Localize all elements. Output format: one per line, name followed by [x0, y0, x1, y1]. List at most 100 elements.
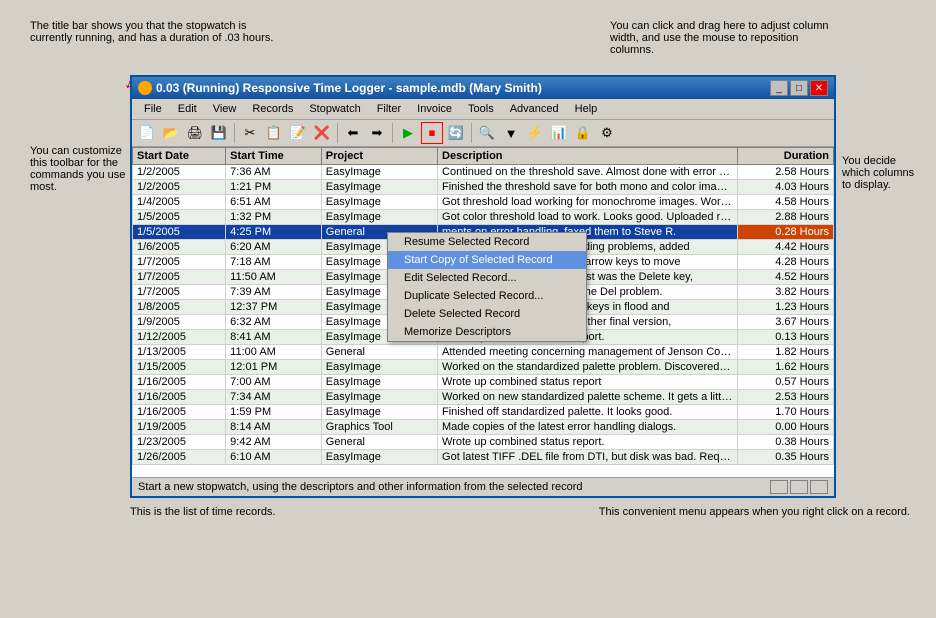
cell-duration: 4.03 Hours — [738, 180, 834, 195]
context-edit[interactable]: Edit Selected Record... — [388, 269, 586, 287]
cell-duration: 0.38 Hours — [738, 435, 834, 450]
context-start-copy[interactable]: Start Copy of Selected Record — [388, 251, 586, 269]
table-row[interactable]: 1/2/20051:21 PMEasyImageFinished the thr… — [133, 180, 834, 195]
cell-description: Continued on the threshold save. Almost … — [438, 165, 738, 180]
table-row[interactable]: 1/4/20056:51 AMEasyImageGot threshold lo… — [133, 195, 834, 210]
maximize-button[interactable]: □ — [790, 80, 808, 96]
cell-description: Got color threshold load to work. Looks … — [438, 210, 738, 225]
cell-time: 6:32 AM — [226, 315, 322, 330]
cell-date: 1/16/2005 — [133, 390, 226, 405]
toolbar-copy[interactable]: 📋 — [263, 122, 285, 144]
toolbar-lightning[interactable]: ⚡ — [524, 122, 546, 144]
toolbar-lock[interactable]: 🔒 — [572, 122, 594, 144]
menu-tools[interactable]: Tools — [460, 101, 502, 117]
toolbar-prev[interactable]: ⬅ — [342, 122, 364, 144]
cell-duration: 0.00 Hours — [738, 420, 834, 435]
toolbar-filter[interactable]: ▼ — [500, 122, 522, 144]
col-header-date[interactable]: Start Date — [133, 148, 226, 165]
status-btn-2[interactable] — [790, 480, 808, 494]
toolbar-cut[interactable]: ✂ — [239, 122, 261, 144]
context-memorize[interactable]: Memorize Descriptors — [388, 323, 586, 341]
cell-description: Got threshold load working for monochrom… — [438, 195, 738, 210]
toolbar-refresh[interactable]: 🔄 — [445, 122, 467, 144]
toolbar-paste[interactable]: 📝 — [287, 122, 309, 144]
cell-time: 7:18 AM — [226, 255, 322, 270]
toolbar-sep-3 — [392, 123, 393, 143]
col-header-time[interactable]: Start Time — [226, 148, 322, 165]
table-row[interactable]: 1/23/20059:42 AMGeneralWrote up combined… — [133, 435, 834, 450]
cell-project: EasyImage — [321, 375, 437, 390]
cell-date: 1/12/2005 — [133, 330, 226, 345]
cell-project: EasyImage — [321, 165, 437, 180]
table-row[interactable]: 1/2/20057:36 AMEasyImageContinued on the… — [133, 165, 834, 180]
menu-advanced[interactable]: Advanced — [502, 101, 567, 117]
toolbar-new[interactable]: 📄 — [136, 122, 158, 144]
minimize-button[interactable]: _ — [770, 80, 788, 96]
records-annotation: This is the list of time records. — [130, 506, 276, 518]
table-row[interactable]: 1/15/200512:01 PMEasyImageWorked on the … — [133, 360, 834, 375]
cell-time: 1:32 PM — [226, 210, 322, 225]
cell-project: EasyImage — [321, 390, 437, 405]
toolbar-report[interactable]: 📊 — [548, 122, 570, 144]
toolbar-stop[interactable]: ⏹ — [421, 122, 443, 144]
toolbar: 📄 📂 🖨 💾 ✂ 📋 📝 ❌ ⬅ ➡ ▶ ⏹ 🔄 🔍 ▼ ⚡ — [132, 120, 834, 147]
cell-description: Wrote up combined status report — [438, 375, 738, 390]
toolbar-open[interactable]: 📂 — [160, 122, 182, 144]
cell-description: Worked on new standardized palette schem… — [438, 390, 738, 405]
table-row[interactable]: 1/13/200511:00 AMGeneralAttended meeting… — [133, 345, 834, 360]
cell-project: Graphics Tool — [321, 420, 437, 435]
cell-duration: 0.57 Hours — [738, 375, 834, 390]
data-grid: Start Date Start Time Project Descriptio… — [132, 147, 834, 477]
cell-date: 1/19/2005 — [133, 420, 226, 435]
cell-duration: 4.58 Hours — [738, 195, 834, 210]
toolbar-print[interactable]: 🖨 — [184, 122, 206, 144]
status-btn-3[interactable] — [810, 480, 828, 494]
table-row[interactable]: 1/19/20058:14 AMGraphics ToolMade copies… — [133, 420, 834, 435]
cell-time: 9:42 AM — [226, 435, 322, 450]
cell-time: 1:59 PM — [226, 405, 322, 420]
cell-duration: 1.62 Hours — [738, 360, 834, 375]
columns-annotation: You decide which columns to display. — [836, 75, 916, 498]
toolbar-delete[interactable]: ❌ — [311, 122, 333, 144]
toolbar-settings[interactable]: ⚙ — [596, 122, 618, 144]
toolbar-sep-4 — [471, 123, 472, 143]
table-row[interactable]: 1/5/20051:32 PMEasyImageGot color thresh… — [133, 210, 834, 225]
cell-time: 7:00 AM — [226, 375, 322, 390]
cell-description: Got latest TIFF .DEL file from DTI, but … — [438, 450, 738, 465]
table-row[interactable]: 1/16/20057:34 AMEasyImageWorked on new s… — [133, 390, 834, 405]
menu-invoice[interactable]: Invoice — [409, 101, 460, 117]
menu-view[interactable]: View — [205, 101, 245, 117]
cell-project: EasyImage — [321, 405, 437, 420]
toolbar-next[interactable]: ➡ — [366, 122, 388, 144]
toolbar-start[interactable]: ▶ — [397, 122, 419, 144]
cell-time: 6:10 AM — [226, 450, 322, 465]
menu-records[interactable]: Records — [244, 101, 301, 117]
status-bar-buttons — [770, 480, 828, 494]
cell-date: 1/5/2005 — [133, 225, 226, 240]
context-menu: Resume Selected Record Start Copy of Sel… — [387, 232, 587, 342]
toolbar-search[interactable]: 🔍 — [476, 122, 498, 144]
menu-stopwatch[interactable]: Stopwatch — [301, 101, 368, 117]
menu-help[interactable]: Help — [567, 101, 606, 117]
context-resume[interactable]: Resume Selected Record — [388, 233, 586, 251]
context-duplicate[interactable]: Duplicate Selected Record... — [388, 287, 586, 305]
toolbar-save[interactable]: 💾 — [208, 122, 230, 144]
col-header-description[interactable]: Description — [438, 148, 738, 165]
table-row[interactable]: 1/16/20051:59 PMEasyImageFinished off st… — [133, 405, 834, 420]
menu-filter[interactable]: Filter — [369, 101, 409, 117]
status-btn-1[interactable] — [770, 480, 788, 494]
cell-project: General — [321, 435, 437, 450]
table-row[interactable]: 1/16/20057:00 AMEasyImageWrote up combin… — [133, 375, 834, 390]
cell-date: 1/13/2005 — [133, 345, 226, 360]
col-header-duration[interactable]: Duration — [738, 148, 834, 165]
menu-edit[interactable]: Edit — [170, 101, 205, 117]
menu-file[interactable]: File — [136, 101, 170, 117]
context-delete[interactable]: Delete Selected Record — [388, 305, 586, 323]
table-row[interactable]: 1/26/20056:10 AMEasyImageGot latest TIFF… — [133, 450, 834, 465]
col-header-project[interactable]: Project — [321, 148, 437, 165]
cell-project: EasyImage — [321, 450, 437, 465]
cell-date: 1/16/2005 — [133, 375, 226, 390]
close-button[interactable]: ✕ — [810, 80, 828, 96]
app-icon — [138, 81, 152, 95]
cell-description: Attended meeting concerning management o… — [438, 345, 738, 360]
